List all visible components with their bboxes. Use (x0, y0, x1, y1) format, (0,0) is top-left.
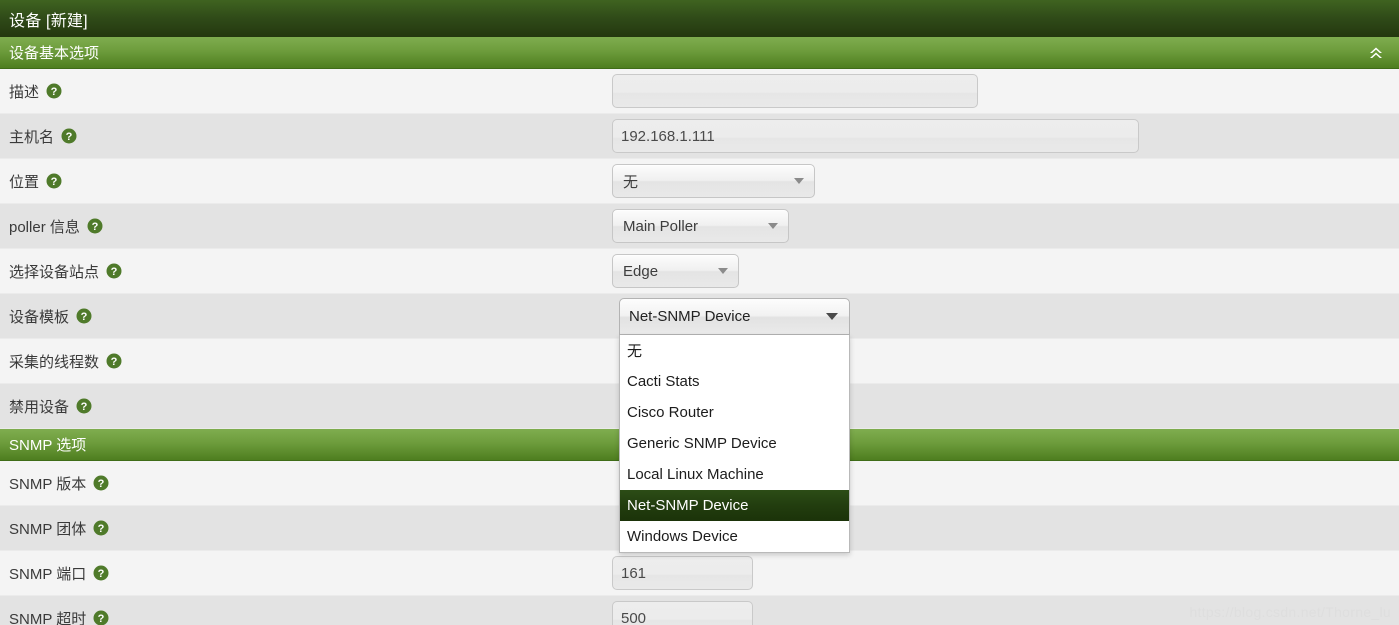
window-title-bar: 设备 [新建] (0, 0, 1399, 37)
question-mark-help-icon[interactable]: ? (93, 565, 109, 581)
dropdown-option[interactable]: Cisco Router (620, 397, 849, 428)
chevron-down-icon (826, 313, 838, 320)
question-mark-help-icon[interactable]: ? (46, 173, 62, 189)
question-mark-help-icon[interactable]: ? (93, 520, 109, 536)
question-mark-help-icon[interactable]: ? (61, 128, 77, 144)
label-disable-device: 禁用设备 ? (0, 396, 612, 417)
question-mark-help-icon[interactable]: ? (93, 610, 109, 625)
device-template-select-value: Net-SNMP Device (629, 308, 751, 325)
label-location: 位置 ? (0, 171, 612, 192)
form-row-description: 描述 ? (0, 69, 1399, 114)
field-poller: Main Poller (612, 209, 1399, 243)
label-hostname: 主机名 ? (0, 126, 612, 147)
device-edit-page: 设备 [新建] 设备基本选项 描述 ? 主机名 ? 192.168.1.111 … (0, 0, 1399, 625)
svg-text:?: ? (98, 478, 105, 490)
dropdown-option[interactable]: Windows Device (620, 521, 849, 552)
label-hostname-text: 主机名 (9, 128, 55, 146)
site-select-value: Edge (623, 262, 659, 280)
svg-text:?: ? (51, 176, 58, 188)
field-location: 无 (612, 164, 1399, 198)
form-row-poller: poller 信息 ? Main Poller (0, 204, 1399, 249)
field-description (612, 74, 1399, 108)
description-input[interactable] (612, 74, 978, 108)
label-snmp-timeout: SNMP 超时 ? (0, 608, 612, 625)
label-description-text: 描述 (9, 83, 40, 101)
section-header-general: 设备基本选项 (0, 37, 1399, 69)
poller-select[interactable]: Main Poller (612, 209, 789, 243)
label-snmp-version-text: SNMP 版本 (9, 475, 87, 493)
svg-text:?: ? (111, 356, 118, 368)
page-title: 设备 [新建] (9, 12, 88, 30)
dropdown-option-selected[interactable]: Net-SNMP Device (620, 490, 849, 521)
question-mark-help-icon[interactable]: ? (93, 475, 109, 491)
label-description: 描述 ? (0, 81, 612, 102)
svg-text:?: ? (98, 568, 105, 580)
question-mark-help-icon[interactable]: ? (106, 263, 122, 279)
label-poller-text: poller 信息 (9, 218, 80, 236)
dropdown-option[interactable]: Cacti Stats (620, 366, 849, 397)
location-select[interactable]: 无 (612, 164, 815, 198)
form-row-hostname: 主机名 ? (0, 114, 1399, 159)
question-mark-help-icon[interactable]: ? (87, 218, 103, 234)
field-snmp-timeout (612, 601, 1399, 625)
section-header-general-label: 设备基本选项 (9, 45, 100, 62)
form-row-site: 选择设备站点 ? Edge (0, 249, 1399, 294)
label-poller: poller 信息 ? (0, 216, 612, 237)
label-device-template-text: 设备模板 (9, 308, 70, 326)
label-snmp-community: SNMP 团体 ? (0, 518, 612, 539)
svg-text:?: ? (81, 401, 88, 413)
label-snmp-port: SNMP 端口 ? (0, 563, 612, 584)
field-site: Edge (612, 254, 1399, 288)
hostname-input[interactable] (612, 119, 1139, 153)
form-row-snmp-port: SNMP 端口 ? (0, 551, 1399, 596)
dropdown-option[interactable]: 无 (620, 335, 849, 366)
label-disable-device-text: 禁用设备 (9, 398, 70, 416)
question-mark-help-icon[interactable]: ? (76, 308, 92, 324)
field-snmp-port (612, 556, 1399, 590)
field-hostname (612, 119, 1399, 153)
dropdown-option[interactable]: Generic SNMP Device (620, 428, 849, 459)
device-template-select-trigger[interactable]: Net-SNMP Device (619, 298, 850, 335)
device-template-option-list: 无 Cacti Stats Cisco Router Generic SNMP … (619, 335, 850, 553)
chevron-down-icon (794, 178, 804, 184)
question-mark-help-icon[interactable]: ? (76, 398, 92, 414)
poller-select-value: Main Poller (623, 217, 699, 235)
form-row-snmp-timeout: SNMP 超时 ? (0, 596, 1399, 625)
device-template-dropdown: Net-SNMP Device 无 Cacti Stats Cisco Rout… (619, 298, 850, 553)
label-snmp-community-text: SNMP 团体 (9, 520, 87, 538)
chevron-down-icon (768, 223, 778, 229)
label-site: 选择设备站点 ? (0, 261, 612, 282)
svg-text:?: ? (98, 523, 105, 535)
svg-text:?: ? (98, 613, 105, 625)
form-row-location: 位置 ? 无 (0, 159, 1399, 204)
location-select-value: 无 (623, 173, 639, 191)
section-header-snmp-label: SNMP 选项 (9, 437, 87, 454)
label-threads-text: 采集的线程数 (9, 353, 100, 371)
label-threads: 采集的线程数 ? (0, 351, 612, 372)
chevrons-up-icon[interactable] (1365, 42, 1387, 64)
dropdown-option[interactable]: Local Linux Machine (620, 459, 849, 490)
label-snmp-timeout-text: SNMP 超时 (9, 610, 87, 625)
chevron-down-icon (718, 268, 728, 274)
svg-text:?: ? (66, 131, 73, 143)
label-location-text: 位置 (9, 173, 40, 191)
site-select[interactable]: Edge (612, 254, 739, 288)
svg-text:?: ? (111, 266, 118, 278)
snmp-port-input[interactable] (612, 556, 753, 590)
svg-text:?: ? (51, 86, 58, 98)
svg-text:?: ? (81, 311, 88, 323)
question-mark-help-icon[interactable]: ? (46, 83, 62, 99)
label-snmp-port-text: SNMP 端口 (9, 565, 87, 583)
label-device-template: 设备模板 ? (0, 306, 612, 327)
svg-text:?: ? (91, 221, 98, 233)
label-site-text: 选择设备站点 (9, 263, 100, 281)
snmp-timeout-input[interactable] (612, 601, 753, 625)
question-mark-help-icon[interactable]: ? (106, 353, 122, 369)
label-snmp-version: SNMP 版本 ? (0, 473, 612, 494)
